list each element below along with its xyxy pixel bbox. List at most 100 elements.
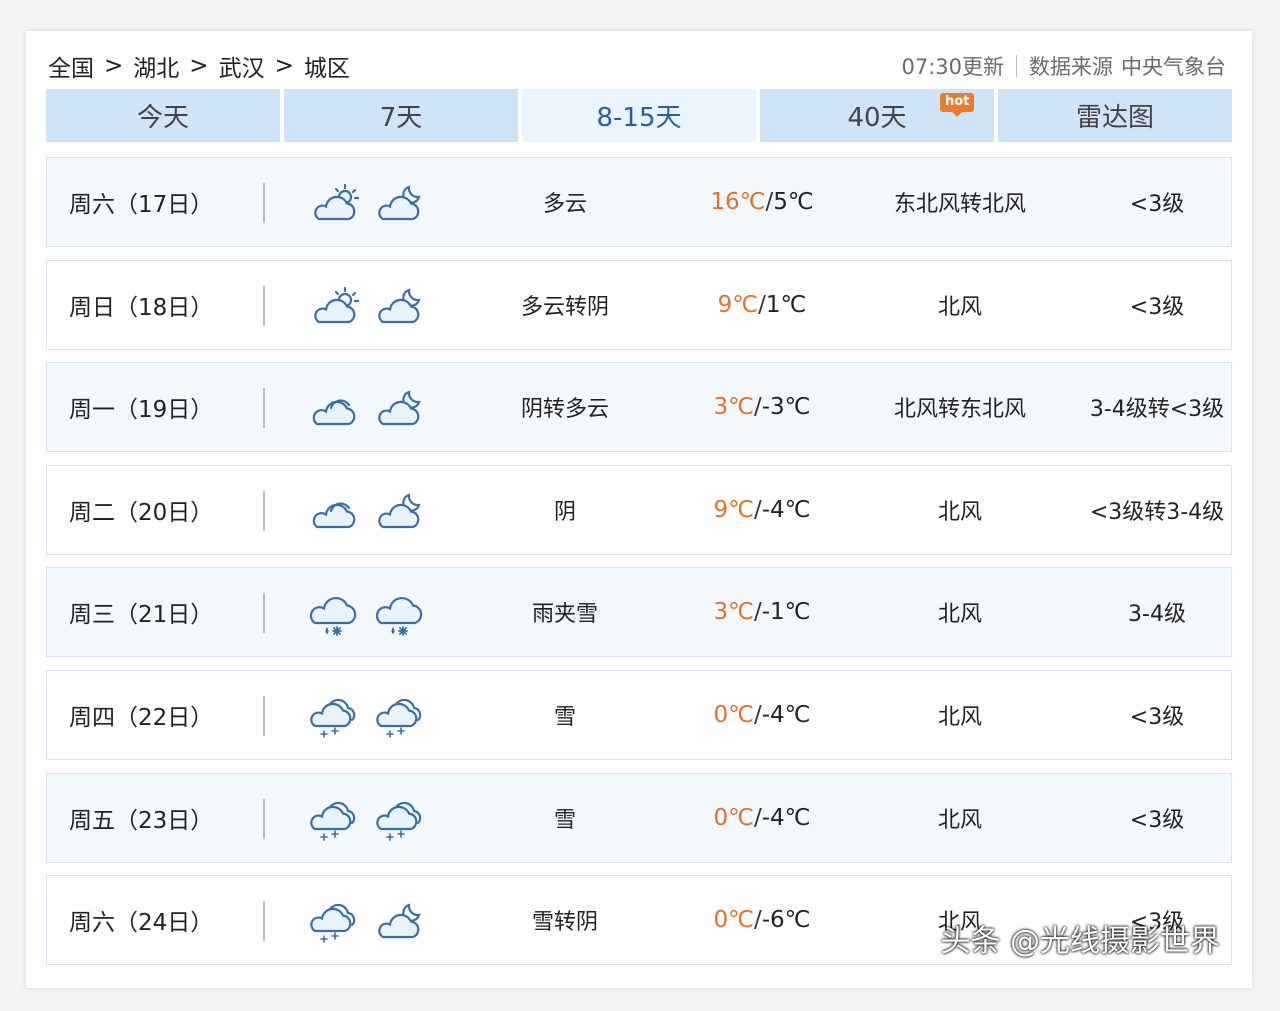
day-label: 周二（20日） — [69, 499, 214, 526]
wind-direction: 北风 — [937, 807, 982, 833]
day-label: 周一（19日） — [69, 397, 214, 424]
temperature-separator: / — [753, 701, 762, 728]
temperature-separator: / — [753, 804, 762, 831]
divider — [263, 695, 265, 736]
top-bar: 全国 > 湖北 > 武汉 > 城区 07:30更新 数据来源 中央气象台 — [48, 49, 1226, 83]
temperature: 0℃/-6℃ — [687, 907, 837, 933]
sleet-icon — [375, 591, 427, 637]
weather-description: 阴转多云 — [520, 397, 609, 423]
wind-direction: 北风转东北风 — [893, 397, 1026, 423]
day-label: 周三（21日） — [69, 602, 214, 629]
snow-icon — [309, 899, 361, 945]
breadcrumb-city[interactable]: 武汉 — [219, 49, 265, 83]
temperature-separator: / — [753, 907, 762, 934]
snow-icon — [309, 694, 361, 740]
temperature-low: -3℃ — [761, 394, 811, 421]
wind-level: 3-4级转<3级 — [1089, 397, 1225, 423]
wind-direction: 北风 — [937, 602, 982, 628]
wind-direction: 北风 — [937, 499, 982, 525]
wind-level: <3级 — [1129, 704, 1185, 730]
wind-level: <3级转3-4级 — [1089, 499, 1225, 525]
temperature-low: -6℃ — [761, 907, 811, 934]
breadcrumb-separator: > — [104, 53, 124, 79]
weather-icons — [309, 284, 427, 330]
forecast-row: 周日（18日） 多云转阴 9℃/1℃ 北风 <3级 — [46, 259, 1232, 350]
temperature-high: 0℃ — [713, 701, 754, 728]
weather-icons — [309, 181, 427, 227]
cloudy-night-icon — [375, 284, 427, 330]
update-time: 07:30更新 — [901, 55, 1004, 79]
temperature-separator: / — [753, 394, 762, 421]
temperature-low: -4℃ — [761, 701, 811, 728]
snow-icon — [309, 797, 361, 843]
forecast-tabs: 今天 7天 8-15天 40天 hot 雷达图 — [46, 89, 1232, 142]
divider — [263, 901, 265, 942]
weather-icons — [309, 591, 427, 637]
divider — [263, 388, 265, 429]
day-label: 周四（22日） — [69, 704, 214, 731]
temperature-low: 1℃ — [765, 291, 807, 318]
day-label: 周六（17日） — [69, 192, 214, 218]
temperature-high: 3℃ — [713, 599, 754, 626]
breadcrumb-separator: > — [189, 53, 209, 79]
weather-description: 雨夹雪 — [531, 602, 598, 628]
tab-40-days[interactable]: 40天 hot — [760, 89, 994, 142]
day-label: 周日（18日） — [69, 294, 214, 321]
day-label: 周五（23日） — [69, 807, 214, 834]
divider — [263, 490, 265, 531]
source-name: 中央气象台 — [1121, 55, 1226, 79]
breadcrumb-separator: > — [274, 53, 294, 79]
snow-icon — [375, 797, 427, 843]
divider — [263, 285, 265, 326]
weather-description: 雪转阴 — [531, 910, 598, 936]
cloudy-night-icon — [375, 899, 427, 945]
cloudy-night-icon — [375, 181, 427, 227]
partly-cloudy-day-icon — [309, 284, 361, 330]
overcast-icon — [309, 489, 361, 535]
forecast-row: 周四（22日） 雪 0℃/-4℃ 北风 <3级 — [46, 669, 1232, 760]
temperature-high: 9℃ — [713, 496, 754, 523]
temperature-high: 0℃ — [713, 907, 754, 934]
divider — [263, 183, 265, 223]
weather-card: 全国 > 湖北 > 武汉 > 城区 07:30更新 数据来源 中央气象台 今天 … — [26, 31, 1252, 988]
temperature-low: -4℃ — [761, 496, 811, 523]
divider — [263, 798, 265, 839]
weather-description: 雪 — [553, 704, 576, 730]
forecast-row: 周六（17日） 多云 16℃/5℃ 东北风转北风 <3级 — [46, 157, 1232, 247]
weather-icons — [309, 386, 427, 432]
temperature-high: 16℃ — [710, 189, 766, 215]
temperature: 3℃/-1℃ — [687, 599, 837, 625]
weather-icons — [309, 694, 427, 740]
tab-8-15-days[interactable]: 8-15天 — [522, 89, 756, 142]
temperature-high: 9℃ — [717, 291, 759, 318]
update-meta: 07:30更新 数据来源 中央气象台 — [901, 51, 1226, 81]
temperature-separator: / — [753, 496, 762, 523]
tab-7-days[interactable]: 7天 — [284, 89, 518, 142]
weather-description: 雪 — [553, 807, 576, 833]
breadcrumb-national[interactable]: 全国 — [48, 49, 94, 83]
weather-icons — [309, 489, 427, 535]
cloudy-night-icon — [375, 489, 427, 535]
forecast-row: 周五（23日） 雪 0℃/-4℃ 北风 <3级 — [46, 772, 1232, 863]
breadcrumb-district[interactable]: 城区 — [304, 49, 350, 83]
wind-direction: 东北风转北风 — [893, 192, 1026, 217]
hot-badge: hot — [940, 93, 975, 117]
tab-today[interactable]: 今天 — [46, 89, 280, 142]
day-label: 周六（24日） — [69, 910, 214, 937]
wind-level: <3级 — [1129, 192, 1185, 217]
weather-icons — [309, 797, 427, 843]
snow-icon — [375, 694, 427, 740]
breadcrumb-province[interactable]: 湖北 — [133, 49, 179, 83]
weather-description: 阴 — [553, 499, 576, 525]
wind-level: <3级 — [1129, 294, 1185, 320]
watermark: 头条 @光线摄影世界 — [940, 924, 1220, 959]
tab-radar[interactable]: 雷达图 — [998, 89, 1232, 142]
temperature-low: 5℃ — [773, 189, 814, 215]
forecast-row: 周三（21日） 雨夹雪 3℃/-1℃ 北风 3-4级 — [46, 567, 1232, 658]
temperature: 16℃/5℃ — [687, 189, 837, 215]
temperature: 9℃/1℃ — [687, 292, 837, 318]
temperature-separator: / — [753, 599, 762, 626]
tab-40-days-label: 40天 — [847, 103, 907, 133]
forecast-row: 周二（20日） 阴 9℃/-4℃ 北风 <3级转3-4级 — [46, 464, 1232, 555]
wind-level: 3-4级 — [1128, 602, 1186, 628]
